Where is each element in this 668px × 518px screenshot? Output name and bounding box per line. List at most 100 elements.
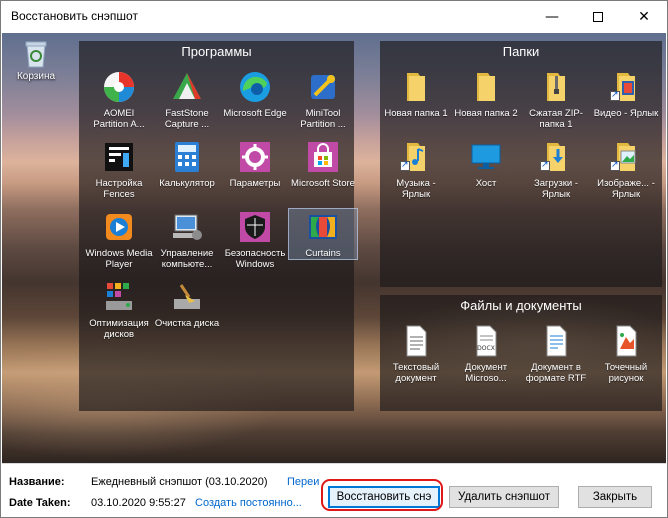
name-row: Название: Ежедневный снэпшот (03.10.2020)… (9, 476, 319, 488)
program-item-label: Калькулятор (159, 178, 215, 189)
snapshot-details-panel: Название: Ежедневный снэпшот (03.10.2020)… (2, 463, 666, 517)
program-item-faststone[interactable]: FastStone Capture ... (153, 69, 221, 130)
program-item-store[interactable]: Microsoft Store (289, 139, 357, 189)
recycle-bin-label: Корзина (16, 71, 56, 82)
recycle-bin-icon (25, 41, 47, 68)
rename-link[interactable]: Переи (287, 476, 319, 488)
faststone-icon (173, 73, 201, 99)
folder-item-label: Изображе... - Ярлык (597, 178, 655, 200)
aomei-icon (104, 72, 134, 102)
date-taken-label: Date Taken: (9, 497, 71, 509)
delete-snapshot-button[interactable]: Удалить снэпшот (449, 486, 559, 508)
files-fence-title: Файлы и документы (460, 298, 582, 313)
desktop-recycle-bin[interactable]: Корзина (10, 39, 62, 82)
file-item-rtf[interactable]: Документ в формате RTF (522, 323, 590, 384)
program-item-windows-security[interactable]: Безопасность Windows (221, 209, 289, 270)
store-icon (308, 142, 338, 172)
fences-icon (105, 143, 133, 171)
snapshot-desktop-preview: Корзина Программы AOMEI Partition A... F… (2, 33, 666, 463)
program-item-label: Microsoft Edge (223, 108, 287, 119)
program-item-label: Параметры (229, 178, 281, 189)
program-item-label: Очистка диска (154, 318, 220, 329)
name-label: Название: (9, 476, 65, 488)
programs-fence: Программы AOMEI Partition A... FastStone… (79, 41, 358, 411)
file-item-label: Документ в формате RTF (525, 362, 587, 384)
program-item-label: Microsoft Store (291, 178, 355, 189)
close-window-button[interactable]: ✕ (621, 1, 667, 33)
folder-icon (407, 73, 425, 101)
program-item-fences[interactable]: Настройка Fences (85, 139, 153, 200)
program-item-aomei[interactable]: AOMEI Partition A... (85, 69, 153, 130)
folder-item-label: Хост (475, 178, 497, 189)
bitmap-icon (616, 325, 637, 357)
folder-item-pictures-shortcut[interactable]: Изображе... - Ярлык (592, 139, 660, 200)
media-player-icon (106, 214, 132, 240)
name-value: Ежедневный снэпшот (03.10.2020) (91, 476, 268, 488)
file-item-docx[interactable]: DOCX Документ Microso... (452, 323, 520, 384)
shortcut-arrow-icon (610, 159, 620, 171)
svg-text:DOCX: DOCX (477, 345, 495, 352)
program-item-minitool[interactable]: MiniTool Partition ... (289, 69, 357, 130)
folder-item-zip[interactable]: Сжатая ZIP-папка 1 (522, 69, 590, 130)
program-item-label: Curtains (305, 248, 341, 259)
date-taken-value: 03.10.2020 9:55:27 (91, 497, 186, 509)
make-permanent-link[interactable]: Создать постоянно... (195, 497, 302, 509)
folder-item-host[interactable]: Хост (452, 139, 520, 189)
zip-folder-icon (547, 73, 565, 101)
folder-item-label: Загрузки - Ярлык (533, 178, 579, 200)
file-item-text[interactable]: Текстовый документ (382, 323, 450, 384)
shortcut-arrow-icon (540, 159, 550, 171)
folder-item-label: Сжатая ZIP-папка 1 (529, 108, 583, 130)
monitor-icon (471, 144, 501, 169)
computer-management-icon (173, 214, 202, 240)
files-fence: Файлы и документы Текстовый документ DOC… (380, 295, 662, 411)
date-row: Date Taken: 03.10.2020 9:55:27 Создать пос… (9, 497, 302, 509)
disk-optimize-icon (106, 283, 132, 310)
minitool-icon (311, 75, 335, 99)
file-item-label: Точечный рисунок (604, 362, 648, 384)
disk-cleanup-icon (174, 284, 200, 309)
program-item-label: MiniTool Partition ... (300, 108, 346, 130)
folder-item-downloads-shortcut[interactable]: Загрузки - Ярлык (522, 139, 590, 200)
file-item-label: Документ Microso... (464, 362, 508, 384)
windows-security-icon (240, 212, 270, 242)
program-item-label: Windows Media Player (85, 248, 153, 270)
program-item-computer-management[interactable]: Управление компьюте... (153, 209, 221, 270)
close-button[interactable]: Закрыть (578, 486, 652, 508)
folder-icon (477, 73, 495, 101)
folder-item-label: Видео - Ярлык (593, 108, 659, 119)
settings-gear-icon (240, 142, 270, 172)
program-item-label: Управление компьюте... (160, 248, 214, 270)
program-item-label: Безопасность Windows (224, 248, 286, 270)
docx-icon: DOCX (476, 325, 497, 357)
minimize-button[interactable]: — (529, 1, 575, 33)
program-item-media-player[interactable]: Windows Media Player (85, 209, 153, 270)
folder-item-new-1[interactable]: Новая папка 1 (382, 69, 450, 119)
maximize-button[interactable] (575, 1, 621, 33)
curtains-icon (309, 215, 337, 239)
maximize-icon (593, 12, 603, 22)
program-item-settings[interactable]: Параметры (221, 139, 289, 189)
folder-item-label: Музыка - Ярлык (396, 178, 436, 200)
program-item-label: Настройка Fences (95, 178, 143, 200)
folders-fence: Папки Новая папка 1 Новая папка 2 Сжатая… (380, 41, 662, 287)
program-item-curtains[interactable]: Curtains (288, 208, 358, 260)
shortcut-arrow-icon (610, 89, 620, 101)
program-item-label: Оптимизация дисков (89, 318, 149, 340)
folder-item-new-2[interactable]: Новая папка 2 (452, 69, 520, 119)
window-title: Восстановить снэпшот (11, 9, 138, 23)
folders-fence-title: Папки (502, 44, 540, 59)
folder-item-label: Новая папка 2 (454, 108, 518, 119)
folder-item-video-shortcut[interactable]: Видео - Ярлык (592, 69, 660, 119)
program-item-label: FastStone Capture ... (164, 108, 210, 130)
restore-snapshot-window: Восстановить снэпшот — ✕ Корзина Програм… (0, 0, 668, 518)
program-item-disk-cleanup[interactable]: Очистка диска (153, 279, 221, 329)
file-item-bitmap[interactable]: Точечный рисунок (592, 323, 660, 384)
minimize-icon: — (545, 9, 559, 25)
calculator-icon (175, 142, 199, 172)
restore-snapshot-button[interactable]: Восстановить снэ (328, 486, 440, 508)
program-item-disk-optimize[interactable]: Оптимизация дисков (85, 279, 153, 340)
program-item-calculator[interactable]: Калькулятор (153, 139, 221, 189)
program-item-edge[interactable]: Microsoft Edge (221, 69, 289, 119)
folder-item-music-shortcut[interactable]: Музыка - Ярлык (382, 139, 450, 200)
